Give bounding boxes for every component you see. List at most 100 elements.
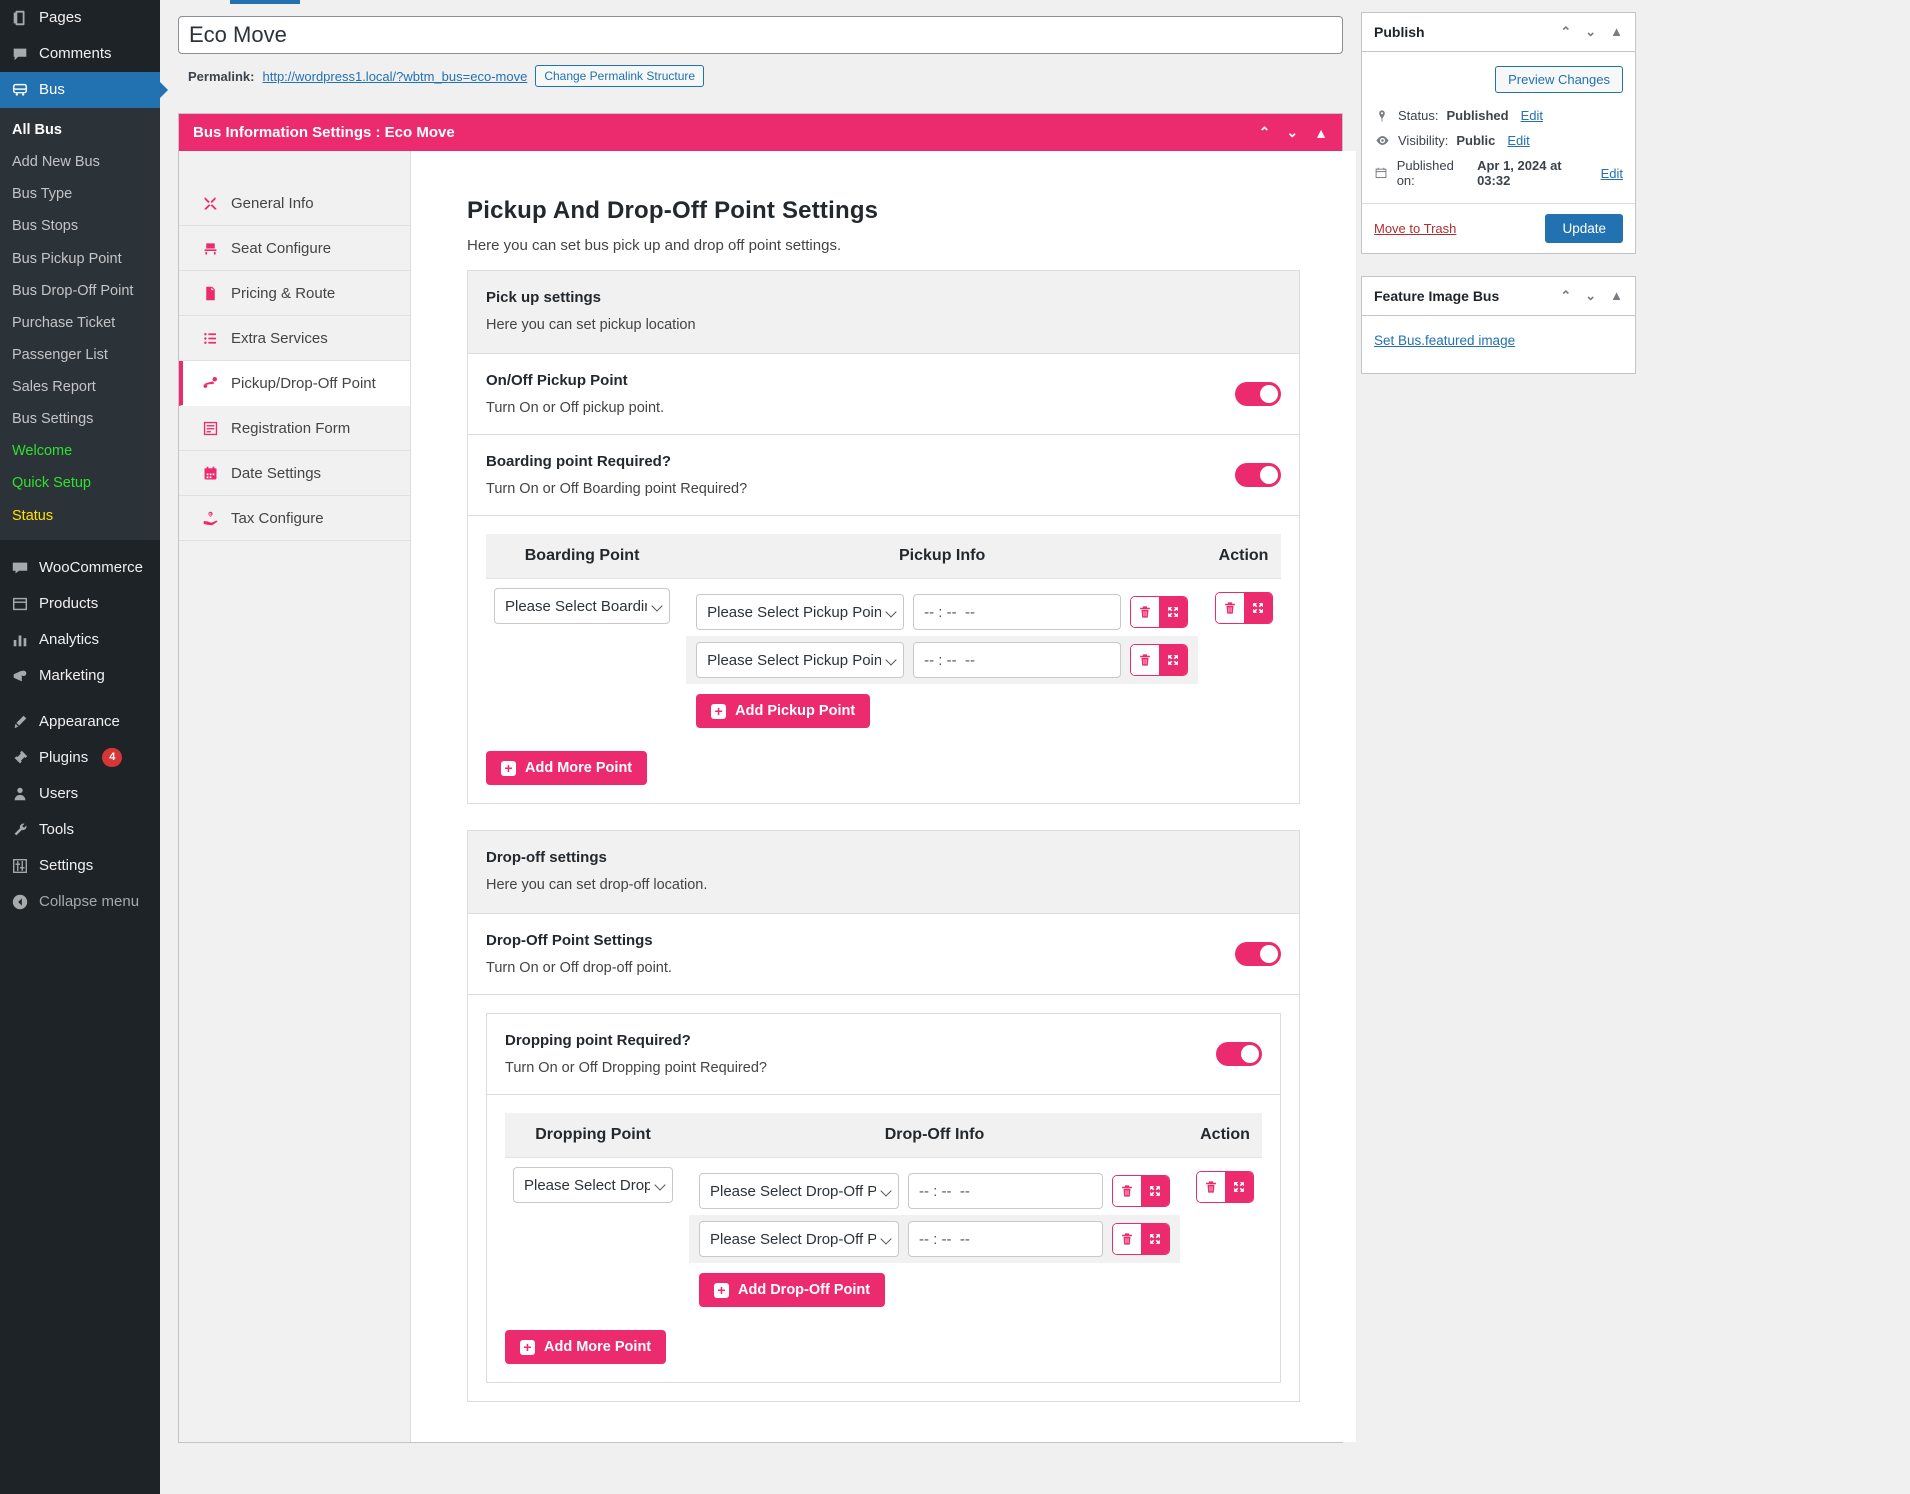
expand-icon[interactable] <box>1141 1176 1169 1206</box>
dropoff-time-input-2[interactable] <box>908 1221 1103 1257</box>
submenu-item-add-new-bus[interactable]: Add New Bus <box>0 146 160 178</box>
sidebar-item-marketing[interactable]: Marketing <box>0 658 160 694</box>
boarding-point-required-row: Boarding point Required? Turn On or Off … <box>468 435 1299 516</box>
submenu-item-welcome[interactable]: Welcome <box>0 435 160 467</box>
submenu-item-all-bus[interactable]: All Bus <box>0 114 160 146</box>
sidebar-item-bus[interactable]: Bus <box>0 72 168 108</box>
toggle-panel-icon[interactable]: ▲ <box>1610 288 1623 304</box>
dropoff-point-select-2[interactable]: Please Select Drop-Off Point <box>699 1221 899 1257</box>
add-drop-off-point-button[interactable]: + Add Drop-Off Point <box>699 1273 886 1307</box>
move-down-icon[interactable]: ⌄ <box>1585 288 1596 304</box>
tab-pricing-route[interactable]: Pricing & Route <box>179 271 410 316</box>
pickup-info-cell: Please Select Pickup Point --: -- -- Pl… <box>678 579 1206 742</box>
submenu-item-bus-stops[interactable]: Bus Stops <box>0 210 160 242</box>
edit-visibility-link[interactable]: Edit <box>1507 133 1529 148</box>
boarding-point-select[interactable]: Please Select Boarding <box>494 588 670 624</box>
preview-changes-button[interactable]: Preview Changes <box>1495 66 1623 93</box>
delete-icon[interactable] <box>1131 597 1160 627</box>
move-down-icon[interactable]: ⌄ <box>1585 24 1596 40</box>
move-up-icon[interactable]: ⌃ <box>1560 24 1571 40</box>
pickup-time-input-1[interactable] <box>913 594 1122 630</box>
sidebar-item-comments[interactable]: Comments <box>0 36 160 72</box>
move-to-trash-link[interactable]: Move to Trash <box>1374 221 1456 236</box>
change-permalink-structure-button[interactable]: Change Permalink Structure <box>535 65 705 87</box>
delete-icon[interactable] <box>1197 1172 1225 1202</box>
toggle-panel-icon[interactable]: ▲ <box>1314 125 1328 141</box>
collapse-menu-button[interactable]: Collapse menu <box>0 884 160 920</box>
expand-icon[interactable] <box>1159 645 1188 675</box>
edit-status-link[interactable]: Edit <box>1521 108 1543 123</box>
dropping-point-required-toggle[interactable] <box>1216 1042 1262 1066</box>
tab-label: Extra Services <box>231 329 328 347</box>
plugins-update-badge: 4 <box>102 748 123 767</box>
tab-label: Pickup/Drop-Off Point <box>231 374 376 392</box>
tab-pickup-drop-off-point[interactable]: Pickup/Drop-Off Point <box>179 361 410 406</box>
post-title-input[interactable] <box>178 16 1343 54</box>
boarding-point-table-wrap: Boarding Point Pickup Info Action Please… <box>468 516 1299 803</box>
dropoff-point-settings-toggle[interactable] <box>1235 942 1281 966</box>
update-button[interactable]: Update <box>1545 214 1623 243</box>
tab-registration-form[interactable]: Registration Form <box>179 406 410 451</box>
add-more-point-button-pickup[interactable]: + Add More Point <box>486 751 648 785</box>
sidebar-item-pages[interactable]: Pages <box>0 0 160 36</box>
tab-extra-services[interactable]: Extra Services <box>179 316 410 361</box>
tab-date-settings[interactable]: Date Settings <box>179 451 410 496</box>
submenu-item-bus-settings[interactable]: Bus Settings <box>0 403 160 435</box>
tab-tax-configure[interactable]: Tax Configure <box>179 496 410 541</box>
tab-general-info[interactable]: General Info <box>179 181 410 226</box>
expand-icon[interactable] <box>1243 593 1272 623</box>
expand-icon[interactable] <box>1159 597 1188 627</box>
submenu-item-passenger-list[interactable]: Passenger List <box>0 339 160 371</box>
submenu-item-bus-type[interactable]: Bus Type <box>0 178 160 210</box>
dropoff-point-select-1[interactable]: Please Select Drop-Off Point <box>699 1173 899 1209</box>
dropping-point-inner-box: Dropping point Required? Turn On or Off … <box>486 1013 1281 1383</box>
expand-icon[interactable] <box>1141 1224 1169 1254</box>
published-on-value: Apr 1, 2024 at 03:32 <box>1477 158 1562 188</box>
sidebar-metaboxes: Publish ⌃ ⌄ ▲ Preview Changes Status: Pu… <box>1361 0 1646 1494</box>
set-featured-image-link[interactable]: Set Bus.featured image <box>1374 333 1515 348</box>
plus-icon: + <box>711 703 727 719</box>
visibility-label: Visibility: <box>1398 133 1449 148</box>
permalink-url[interactable]: http://wordpress1.local/?wbtm_bus=eco-mo… <box>262 69 527 84</box>
add-pickup-point-button[interactable]: + Add Pickup Point <box>696 694 871 728</box>
delete-icon[interactable] <box>1113 1176 1141 1206</box>
expand-icon[interactable] <box>1225 1172 1253 1202</box>
sidebar-item-settings[interactable]: Settings <box>0 848 160 884</box>
pickup-time-input-2[interactable] <box>913 642 1122 678</box>
sidebar-item-tools[interactable]: Tools <box>0 812 160 848</box>
pickup-point-select-1[interactable]: Please Select Pickup Point <box>696 594 905 630</box>
onoff-pickup-point-toggle[interactable] <box>1235 382 1281 406</box>
table-row: Please Select Boarding Please Select Pic… <box>486 579 1281 742</box>
boarding-point-required-toggle[interactable] <box>1235 463 1281 487</box>
delete-icon[interactable] <box>1131 645 1160 675</box>
move-down-icon[interactable]: ⌄ <box>1286 124 1298 141</box>
sidebar-item-products[interactable]: Products <box>0 586 160 622</box>
move-up-icon[interactable]: ⌃ <box>1259 124 1271 141</box>
submenu-item-status[interactable]: Status <box>0 500 160 532</box>
dropoff-time-input-1[interactable] <box>908 1173 1103 1209</box>
edit-published-date-link[interactable]: Edit <box>1601 166 1623 181</box>
sidebar-item-woocommerce[interactable]: WooCommerce <box>0 550 160 586</box>
sidebar-item-analytics[interactable]: Analytics <box>0 622 160 658</box>
submenu-item-quick-setup[interactable]: Quick Setup <box>0 467 160 499</box>
plus-icon: + <box>714 1282 729 1298</box>
add-more-point-button-dropoff[interactable]: + Add More Point <box>505 1330 667 1364</box>
delete-icon[interactable] <box>1113 1224 1141 1254</box>
feature-image-metabox-body: Set Bus.featured image <box>1362 316 1635 373</box>
tab-seat-configure[interactable]: Seat Configure <box>179 226 410 271</box>
dropping-point-select[interactable]: Please Select Dropping <box>513 1167 673 1203</box>
bus-submenu: All Bus Add New Bus Bus Type Bus Stops B… <box>0 108 160 540</box>
submenu-item-bus-drop-off-point[interactable]: Bus Drop-Off Point <box>0 275 160 307</box>
feature-image-metabox-title: Feature Image Bus <box>1374 288 1500 304</box>
sidebar-item-users[interactable]: Users <box>0 776 160 812</box>
move-up-icon[interactable]: ⌃ <box>1560 288 1571 304</box>
delete-icon[interactable] <box>1215 593 1244 623</box>
submenu-item-purchase-ticket[interactable]: Purchase Ticket <box>0 307 160 339</box>
pickup-point-select-2[interactable]: Please Select Pickup Point <box>696 642 905 678</box>
boarding-point-cell: Please Select Boarding <box>486 579 678 742</box>
sidebar-item-plugins[interactable]: Plugins 4 <box>0 740 160 776</box>
submenu-item-sales-report[interactable]: Sales Report <box>0 371 160 403</box>
sidebar-item-appearance[interactable]: Appearance <box>0 704 160 740</box>
toggle-panel-icon[interactable]: ▲ <box>1610 24 1623 40</box>
submenu-item-bus-pickup-point[interactable]: Bus Pickup Point <box>0 243 160 275</box>
